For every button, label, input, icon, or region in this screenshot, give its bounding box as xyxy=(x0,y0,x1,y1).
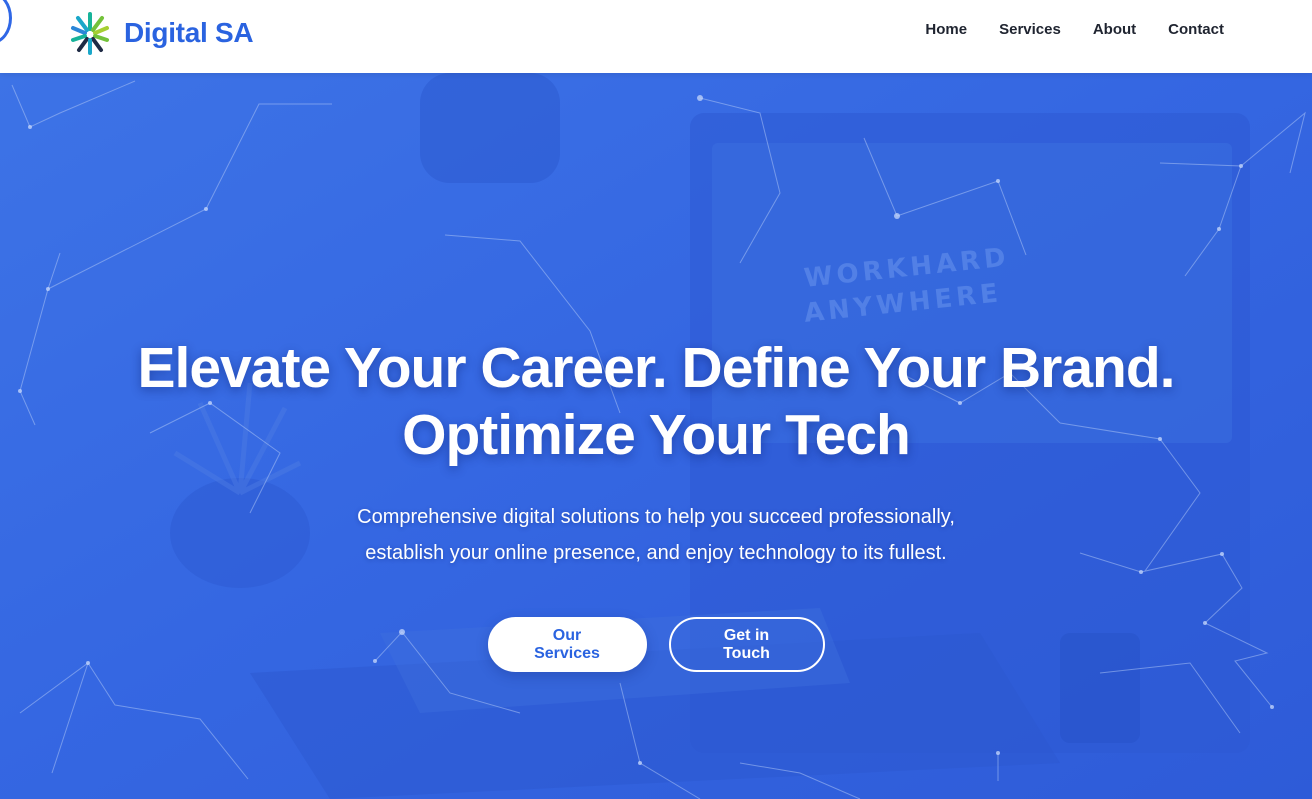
nav-link-home[interactable]: Home xyxy=(925,21,967,38)
corner-circle-decoration xyxy=(0,0,12,44)
hero-subtitle-line2: establish your online presence, and enjo… xyxy=(365,542,947,564)
nav-link-contact[interactable]: Contact xyxy=(1168,21,1224,38)
brand-home-link[interactable]: Digital SA xyxy=(70,11,254,55)
hero-subtitle-line1: Comprehensive digital solutions to help … xyxy=(357,506,955,528)
hero-section: WORKHARD ANYWHERE Elevate Your Career. D… xyxy=(0,73,1312,799)
hero-actions: Our Services Get in Touch xyxy=(0,617,1312,672)
spark-burst-logo-icon xyxy=(71,12,109,55)
hero-content: Elevate Your Career. Define Your Brand. … xyxy=(0,335,1312,672)
hero-heading-line2: Optimize Your Tech xyxy=(402,403,911,467)
our-services-button[interactable]: Our Services xyxy=(487,617,647,672)
nav-link-services[interactable]: Services xyxy=(999,21,1061,38)
main-nav: Home Services About Contact xyxy=(925,21,1224,38)
get-in-touch-button[interactable]: Get in Touch xyxy=(668,617,825,672)
brand-name: Digital SA xyxy=(124,17,254,48)
site-header: Digital SA Home Services About Contact xyxy=(0,0,1312,73)
hero-heading: Elevate Your Career. Define Your Brand. … xyxy=(0,335,1312,469)
hero-heading-line1: Elevate Your Career. Define Your Brand. xyxy=(137,336,1175,400)
nav-link-about[interactable]: About xyxy=(1093,21,1136,38)
hero-subtitle: Comprehensive digital solutions to help … xyxy=(306,499,1006,571)
lamp-shape xyxy=(420,73,560,183)
